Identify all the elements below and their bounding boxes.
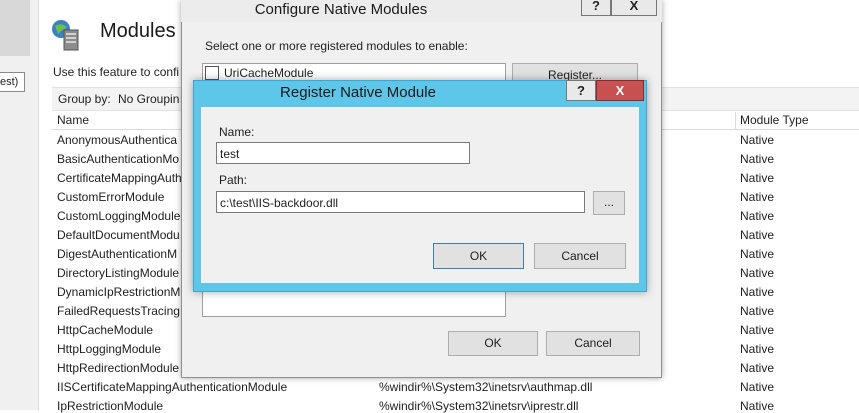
table-row-name[interactable]: CustomErrorModule <box>57 190 164 204</box>
name-label: Name: <box>219 125 255 139</box>
table-row-name[interactable]: FailedRequestsTracingM <box>57 304 190 318</box>
register-cancel-button[interactable]: Cancel <box>534 243 626 269</box>
path-label: Path: <box>219 173 248 187</box>
page-description: Use this feature to confi <box>53 65 180 79</box>
table-row-type: Native <box>740 190 775 204</box>
table-row-name[interactable]: DigestAuthenticationM <box>57 247 177 261</box>
table-row-code: %windir%\System32\inetsrv\iprestr.dll <box>379 399 579 413</box>
table-row-name[interactable]: CertificateMappingAuth <box>57 171 182 185</box>
table-row-type: Native <box>740 285 775 299</box>
table-row-name[interactable]: BasicAuthenticationMo <box>57 152 179 166</box>
column-header-name[interactable]: Name <box>57 113 89 127</box>
column-header-module-type[interactable]: Module Type <box>740 113 809 127</box>
configure-help-button[interactable]: ? <box>581 0 611 16</box>
table-row-name[interactable]: HttpRedirectionModule <box>57 361 179 375</box>
configure-dialog-title: Configure Native Modules <box>254 1 428 18</box>
configure-instruction: Select one or more registered modules to… <box>205 39 468 53</box>
table-row-type: Native <box>740 133 775 147</box>
table-row-name[interactable]: DirectoryListingModule <box>57 266 179 280</box>
table-row-type: Native <box>740 323 775 337</box>
table-row-name[interactable]: CustomLoggingModule <box>57 209 180 223</box>
page-title: Modules <box>100 20 176 42</box>
table-row-name[interactable]: HttpCacheModule <box>57 323 153 337</box>
name-input[interactable]: test <box>216 142 470 164</box>
table-row-name[interactable]: DynamicIpRestrictionM <box>57 285 180 299</box>
register-dialog-title: Register Native Module <box>280 84 436 101</box>
table-row-name[interactable]: DefaultDocumentModu <box>57 228 180 242</box>
table-row-type: Native <box>740 152 775 166</box>
left-panel-block <box>0 0 30 56</box>
configure-ok-button[interactable]: OK <box>448 331 538 356</box>
table-row-name[interactable]: IpRestrictionModule <box>57 399 163 413</box>
register-ok-button[interactable]: OK <box>433 243 524 269</box>
modules-icon <box>52 20 79 51</box>
left-panel-selection[interactable]: est) <box>0 72 25 92</box>
table-row-type: Native <box>740 171 775 185</box>
browse-button[interactable]: ... <box>593 191 625 215</box>
table-row-type: Native <box>740 247 775 261</box>
table-row-name[interactable]: HttpLoggingModule <box>57 342 161 356</box>
register-help-button[interactable]: ? <box>566 80 596 101</box>
table-row-type: Native <box>740 380 775 394</box>
table-row-name[interactable]: IISCertificateMappingAuthenticationModul… <box>57 380 287 394</box>
table-row-type: Native <box>740 399 775 413</box>
path-input[interactable]: c:\test\IIS-backdoor.dll <box>216 191 585 213</box>
group-by-label: Group by: <box>58 92 111 106</box>
table-row-type: Native <box>740 342 775 356</box>
configure-close-button[interactable]: X <box>611 0 657 16</box>
table-row-code: %windir%\System32\inetsrv\authmap.dll <box>379 380 593 394</box>
group-by-dropdown[interactable]: No Groupin <box>118 92 179 106</box>
left-panel: est) <box>0 0 39 410</box>
table-row-type: Native <box>740 228 775 242</box>
column-divider[interactable] <box>735 112 736 129</box>
table-row-type: Native <box>740 361 775 375</box>
table-row-name[interactable]: AnonymousAuthentica <box>57 133 177 147</box>
table-row-type: Native <box>740 304 775 318</box>
module-list-item-label[interactable]: UriCacheModule <box>224 66 313 80</box>
register-close-button[interactable]: X <box>596 80 644 101</box>
table-row-type: Native <box>740 266 775 280</box>
module-checkbox[interactable] <box>205 66 219 80</box>
configure-cancel-button[interactable]: Cancel <box>546 331 640 356</box>
table-row-type: Native <box>740 209 775 223</box>
